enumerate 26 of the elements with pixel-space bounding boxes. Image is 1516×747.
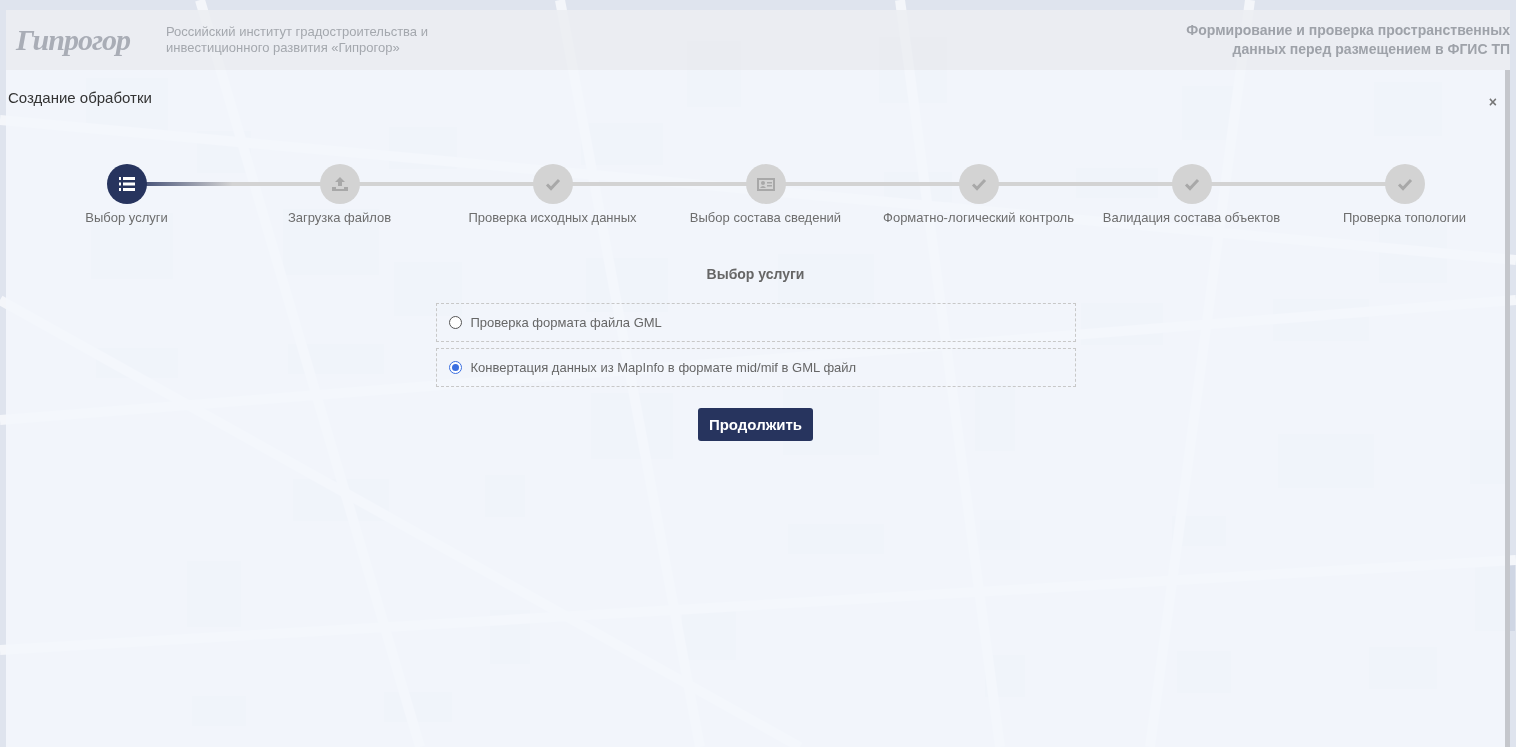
section-title: Выбор услуги <box>706 266 805 282</box>
check-icon <box>1183 177 1200 191</box>
step-label: Проверка исходных данных <box>467 210 638 226</box>
check-icon <box>970 177 987 191</box>
continue-button[interactable]: Продолжить <box>697 408 814 441</box>
dialog-title: Создание обработки <box>8 88 152 106</box>
service-title: данных перед размещением в ФГИС ТП <box>1232 40 1510 59</box>
check-icon <box>544 177 561 191</box>
radio-button[interactable] <box>448 316 462 329</box>
service-title: Формирование и проверка пространственных <box>1186 21 1510 40</box>
service-option[interactable]: Конвертация данных из MapInfo в формате mid/mif в GML файл <box>435 348 1076 387</box>
close-button[interactable]: × <box>1488 94 1497 110</box>
step-label: Валидация состава объектов <box>1101 210 1282 226</box>
step-label: Форматно-логический контроль <box>882 210 1075 226</box>
step-label: Проверка топологии <box>1341 210 1468 226</box>
radio-button[interactable] <box>448 361 462 374</box>
check-icon <box>1396 177 1413 191</box>
id-card-icon <box>755 176 776 192</box>
numbered-list-icon <box>117 175 136 193</box>
service-option[interactable]: Проверка формата файла GML <box>435 303 1076 342</box>
upload-icon <box>330 176 349 192</box>
step-label: Выбор состава сведений <box>688 210 843 226</box>
step-circle[interactable] <box>106 164 147 204</box>
institute-name: Российский институт градостроительства и инвестиционного развития «Гипрогор» <box>166 24 429 56</box>
step-label: Загрузка файлов <box>286 210 393 226</box>
step-label: Выбор услуги <box>84 210 169 226</box>
